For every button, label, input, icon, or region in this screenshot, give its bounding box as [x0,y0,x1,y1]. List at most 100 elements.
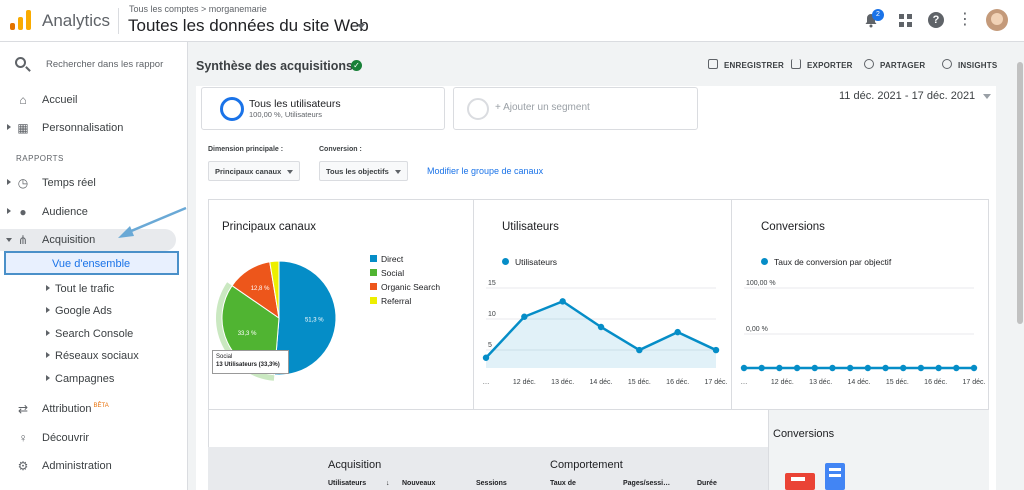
app-name: Analytics [42,11,111,30]
search-input[interactable]: Rechercher dans les rappor [46,59,163,70]
search-reports[interactable]: Rechercher dans les rappor [0,52,188,78]
users-card-title: Utilisateurs [502,221,559,233]
conversions-panel-title: Conversions [773,428,835,440]
series-dot [761,258,768,265]
data-point [864,364,872,372]
clock-icon: ◷ [17,176,29,190]
data-point [482,354,490,361]
sidebar-subitem-google-ads[interactable]: Google Ads [0,301,188,321]
add-segment-button[interactable]: + Ajouter un segment [453,87,698,130]
chevron-down-icon[interactable] [357,24,365,29]
data-point [636,346,643,354]
column-header-bounce-rate[interactable]: Taux de [550,480,576,487]
dimension-select[interactable]: Principaux canaux [208,161,300,181]
chevron-down-icon [6,238,12,242]
modify-channel-group-link[interactable]: Modifier le groupe de canaux [427,166,543,176]
data-point [900,364,907,372]
legend-swatch [370,297,377,304]
data-point [953,364,960,372]
x-tick-label: 15 déc. [628,379,651,386]
data-point [917,364,925,372]
pie-data-label: 33,3 % [238,331,257,337]
x-tick-label: 12 déc. [771,379,794,386]
lightbulb-icon: ♀ [18,431,28,445]
chevron-down-icon[interactable] [983,94,991,99]
segment-all-users[interactable]: Tous les utilisateurs 100,00 %, Utilisat… [201,87,445,130]
sidebar-item-admin[interactable]: ⚙ Administration [0,455,188,477]
analytics-logo-icon[interactable] [10,10,32,30]
sidebar-item-realtime[interactable]: ◷ Temps réel [0,172,188,194]
sidebar-item-label: Vue d'ensemble [52,258,131,270]
legend-swatch [370,269,377,276]
tooltip-line: 13 Utilisateurs (33,3%) [216,362,280,368]
account-breadcrumb[interactable]: Tous les comptes > morganemarie [129,4,267,14]
data-point [846,364,854,372]
data-point [970,364,978,372]
action-label: ENREGISTRER [724,61,784,70]
y-tick-label: 100,00 % [746,280,776,287]
segment-subtitle: 100,00 %, Utilisateurs [249,110,322,119]
chevron-right-icon [46,307,50,313]
insights-button[interactable]: INSIGHTS [942,59,997,70]
sidebar-item-label: Search Console [55,328,134,340]
export-button[interactable]: EXPORTER [791,59,853,70]
users-line-chart[interactable]: 15 10 5 … 12 déc. 13 déc. 14 déc. 15 déc. 16 déc… [474,272,730,392]
apps-grid-icon[interactable] [897,12,913,28]
save-button[interactable]: ENREGISTRER [708,59,784,70]
conversions-card-title: Conversions [761,221,825,233]
data-point [776,364,783,372]
sidebar-item-attribution[interactable]: ⇄ Attribution BÊTA [0,398,188,420]
column-header-sessions[interactable]: Sessions [476,480,507,487]
column-header-users[interactable]: Utilisateurs [328,480,366,487]
x-tick-label: 13 déc. [809,379,832,386]
column-header-duration[interactable]: Durée [697,480,717,487]
sidebar-item-label: Administration [42,460,112,472]
scrollbar[interactable] [1016,42,1024,490]
notification-badge: 2 [872,9,884,21]
sort-desc-icon[interactable]: ↓ [386,480,390,487]
sidebar-subitem-all-traffic[interactable]: Tout le trafic [0,279,188,299]
data-point [793,364,801,372]
conversions-line-chart[interactable]: 100,00 % 0,00 % … 12 déc. 13 déc. 14 déc. 15 d… [732,272,988,392]
data-point [712,346,720,354]
tooltip-line: Social [216,354,233,360]
chevron-right-icon [46,330,50,336]
legend-label: Direct [381,254,404,264]
annotation-arrow [118,206,187,238]
segment-ring-icon [220,97,244,121]
more-vert-icon[interactable]: ⋮ [957,12,973,28]
column-header-new-users[interactable]: Nouveaux [402,480,435,487]
series-label: Utilisateurs [515,257,558,267]
chevron-right-icon [7,124,11,130]
action-label: EXPORTER [807,61,853,70]
conversion-label: Conversion : [319,146,362,153]
avatar[interactable] [986,9,1008,31]
sidebar-item-overview[interactable]: Vue d'ensemble [4,251,179,275]
behavior-group-header: Comportement [550,459,623,471]
legend-swatch [370,283,377,290]
sidebar-item-label: Accueil [42,94,78,106]
x-tick-label: 14 déc. [590,379,613,386]
data-point [674,328,681,336]
dashboard-icon: ▦ [17,121,29,135]
data-point [740,364,748,372]
sidebar-item-customization[interactable]: ▦ Personnalisation [0,117,188,139]
share-button[interactable]: PARTAGER [864,59,925,70]
property-selector[interactable]: Toutes les données du site Web [128,16,369,36]
column-header-pages-session[interactable]: Pages/sessi… [623,480,670,487]
chevron-right-icon [46,285,50,291]
sidebar-subitem-search-console[interactable]: Search Console [0,324,188,344]
conversion-select[interactable]: Tous les objectifs [319,161,408,181]
date-range-picker[interactable]: 11 déc. 2021 - 17 déc. 2021 [839,90,975,102]
sidebar-item-home[interactable]: ⌂ Accueil [0,89,188,111]
sidebar-item-discover[interactable]: ♀ Découvrir [0,427,188,449]
data-point [597,323,605,331]
sidebar-subitem-campaigns[interactable]: Campagnes [0,369,188,389]
x-tick-label: … [741,379,748,386]
chevron-right-icon [46,375,50,381]
segment-title: Tous les utilisateurs [249,98,341,110]
help-icon[interactable]: ? [928,12,944,28]
sidebar-subitem-social[interactable]: Réseaux sociaux [0,346,188,366]
x-tick-label: 16 déc. [924,379,947,386]
beta-badge: BÊTA [93,403,109,410]
